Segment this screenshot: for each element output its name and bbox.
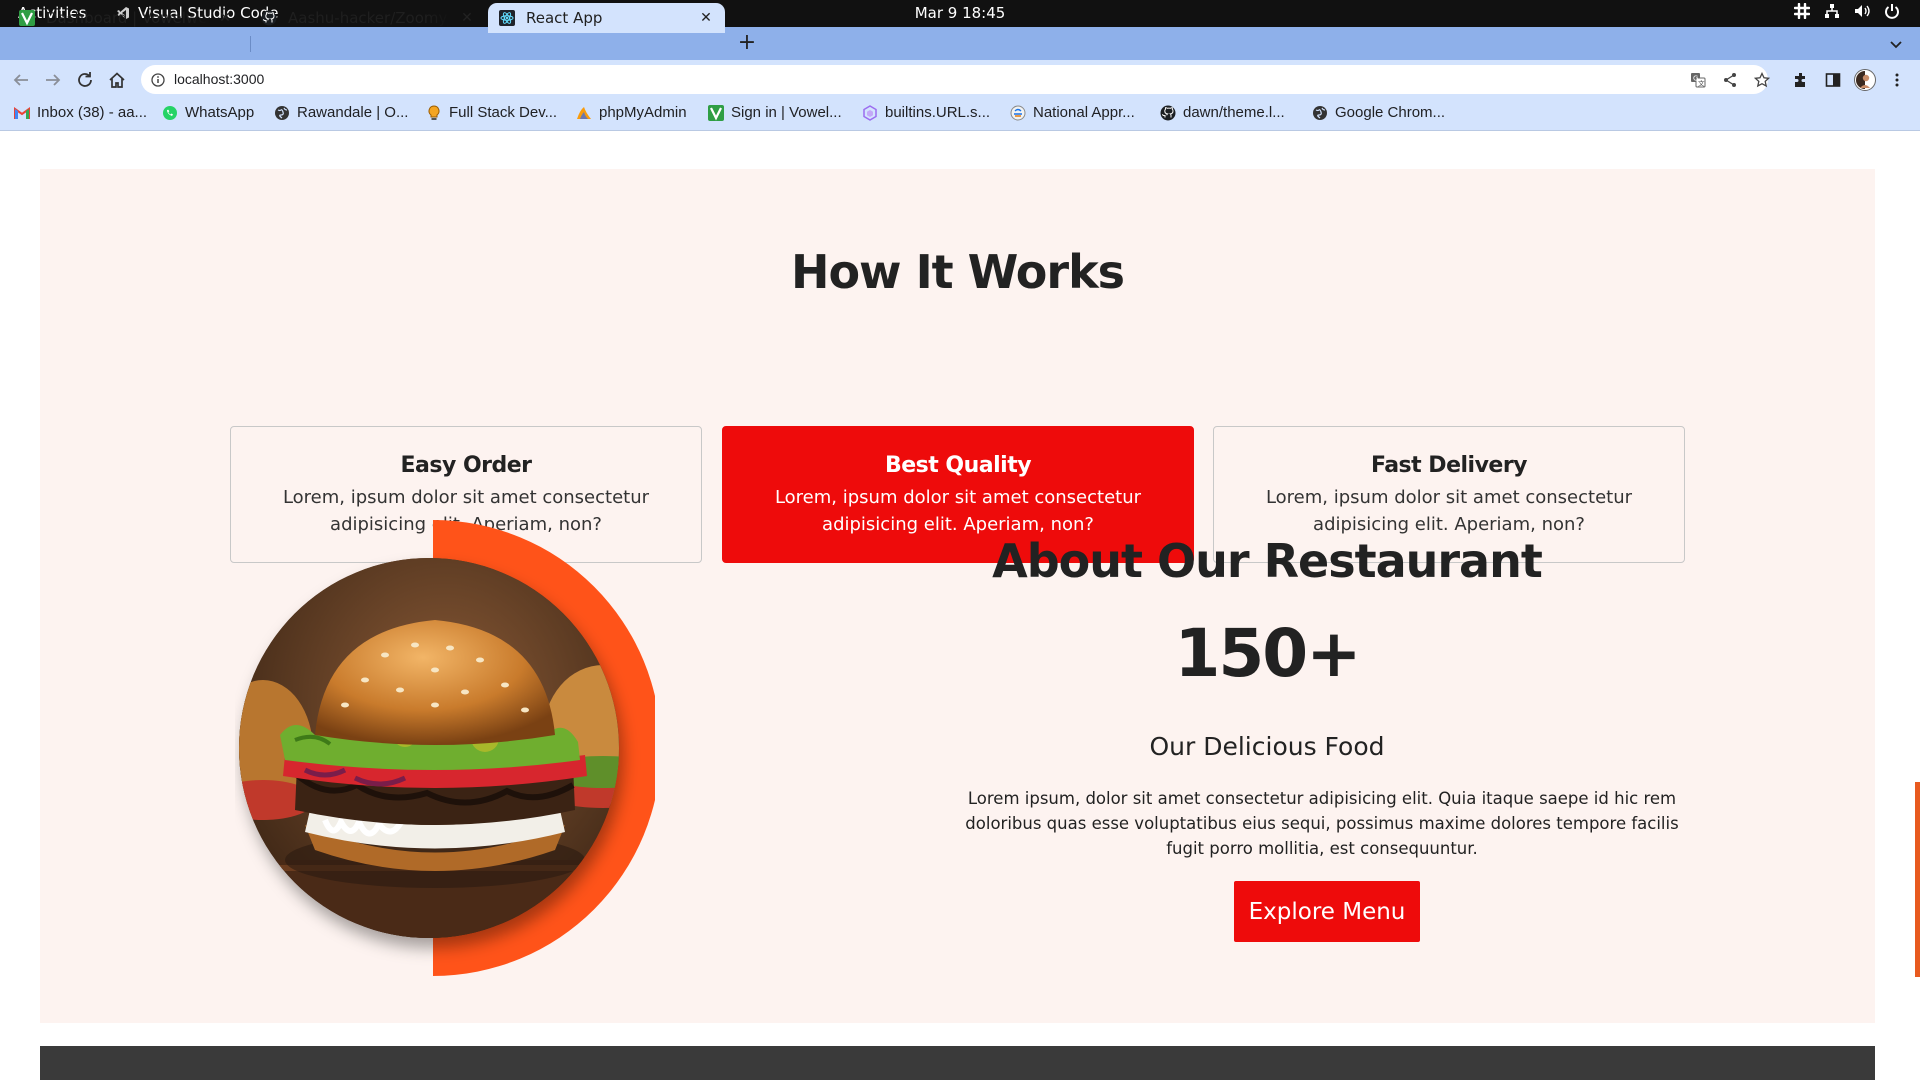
home-icon[interactable] bbox=[106, 69, 128, 91]
bookmark-national[interactable]: National Appr... bbox=[1010, 104, 1135, 121]
power-icon bbox=[1885, 4, 1899, 19]
github-favicon bbox=[260, 9, 278, 27]
translate-icon[interactable]: G文 bbox=[1689, 71, 1707, 89]
system-tray[interactable] bbox=[1794, 3, 1900, 19]
globe-icon bbox=[1312, 105, 1328, 121]
food-count-stat: 150+ bbox=[1174, 615, 1361, 692]
footer-top-edge bbox=[40, 1046, 1875, 1080]
bookmark-inbox[interactable]: Inbox (38) - aa... bbox=[14, 104, 147, 121]
tab-react-app[interactable]: React App ✕ bbox=[488, 3, 725, 33]
tab-separator bbox=[250, 36, 251, 52]
card-title: Best Quality bbox=[884, 453, 1032, 478]
bookmark-builtins-url[interactable]: builtins.URL.s... bbox=[862, 104, 990, 121]
github-icon bbox=[1160, 105, 1176, 121]
about-title: About Our Restaurant bbox=[992, 534, 1543, 588]
volume-icon bbox=[1855, 5, 1870, 17]
card-description: Lorem, ipsum dolor sit amet consectetur … bbox=[774, 487, 1142, 535]
forward-arrow-icon[interactable] bbox=[42, 69, 64, 91]
vowelweb-favicon bbox=[18, 9, 36, 27]
url-text[interactable]: localhost:3000 bbox=[174, 71, 264, 87]
bookmark-dawn-theme[interactable]: dawn/theme.l... bbox=[1160, 104, 1285, 121]
vowelweb-icon bbox=[708, 104, 724, 121]
bookmark-fullstack[interactable]: Full Stack Dev... bbox=[426, 104, 557, 121]
globe-icon bbox=[274, 105, 290, 121]
close-icon[interactable]: ✕ bbox=[697, 9, 715, 27]
bookmark-vowelweb-signin[interactable]: Sign in | Vowel... bbox=[708, 104, 842, 121]
gmail-icon bbox=[14, 105, 30, 121]
new-tab-button[interactable]: + bbox=[735, 32, 759, 56]
stat-label: Our Delicious Food bbox=[1149, 732, 1385, 761]
card-title: Easy Order bbox=[400, 453, 532, 478]
reload-icon[interactable] bbox=[74, 69, 96, 91]
card-title: Fast Delivery bbox=[1370, 453, 1528, 478]
tab-github[interactable]: Aashu-hacker/Zoomy_foo ✕ bbox=[250, 3, 486, 33]
bookmark-star-icon[interactable] bbox=[1753, 71, 1771, 89]
close-icon[interactable]: ✕ bbox=[216, 9, 234, 27]
chevron-down-icon[interactable] bbox=[1886, 34, 1906, 54]
whatsapp-icon bbox=[162, 105, 178, 121]
tab-title: React App bbox=[526, 9, 603, 27]
bookmark-phpmyadmin[interactable]: phpMyAdmin bbox=[576, 104, 687, 121]
share-icon[interactable] bbox=[1721, 71, 1739, 89]
slack-icon bbox=[1794, 3, 1810, 19]
site-info-icon[interactable] bbox=[151, 72, 165, 91]
burger-image bbox=[235, 520, 661, 976]
tab-dashboard[interactable]: Dashboard | Vowelweb Pr ✕ bbox=[8, 3, 244, 33]
network-icon bbox=[1825, 4, 1839, 18]
bookmark-rawandale[interactable]: Rawandale | O... bbox=[274, 104, 408, 121]
bookmark-whatsapp[interactable]: WhatsApp bbox=[162, 104, 254, 121]
explore-menu-button[interactable]: Explore Menu bbox=[1234, 881, 1420, 942]
page-viewport: How It Works Easy Order Lorem, ipsum dol… bbox=[0, 132, 1920, 1080]
avatar[interactable] bbox=[1854, 69, 1876, 91]
how-about-section: How It Works Easy Order Lorem, ipsum dol… bbox=[40, 169, 1875, 1023]
scrollbar-thumb[interactable] bbox=[1915, 782, 1920, 977]
kebab-menu-icon[interactable] bbox=[1886, 69, 1908, 91]
phpmyadmin-icon bbox=[576, 105, 592, 121]
tab-title: Dashboard | Vowelweb Pr bbox=[46, 9, 210, 27]
about-description: Lorem ipsum, dolor sit amet consectetur … bbox=[965, 789, 1679, 858]
hex-icon bbox=[862, 104, 878, 121]
react-favicon bbox=[498, 9, 516, 27]
emblem-icon bbox=[1010, 105, 1026, 121]
back-arrow-icon[interactable] bbox=[10, 69, 32, 91]
close-icon[interactable]: ✕ bbox=[458, 9, 476, 27]
bulb-icon bbox=[426, 104, 442, 121]
extensions-icon[interactable] bbox=[1790, 69, 1812, 91]
svg-text:文: 文 bbox=[1698, 79, 1705, 88]
side-panel-icon[interactable] bbox=[1822, 69, 1844, 91]
address-bar[interactable]: localhost:3000 G文 bbox=[141, 65, 1771, 94]
card-description: Lorem, ipsum dolor sit amet consectetur … bbox=[1265, 487, 1633, 535]
browser-toolbar: localhost:3000 G文 bbox=[0, 60, 1920, 98]
how-it-works-title: How It Works bbox=[790, 245, 1125, 299]
bookmark-google-chrome[interactable]: Google Chrom... bbox=[1312, 104, 1445, 121]
tab-title: Aashu-hacker/Zoomy_foo bbox=[288, 9, 452, 27]
bookmarks-bar: Inbox (38) - aa... WhatsApp Rawandale | … bbox=[0, 98, 1920, 131]
